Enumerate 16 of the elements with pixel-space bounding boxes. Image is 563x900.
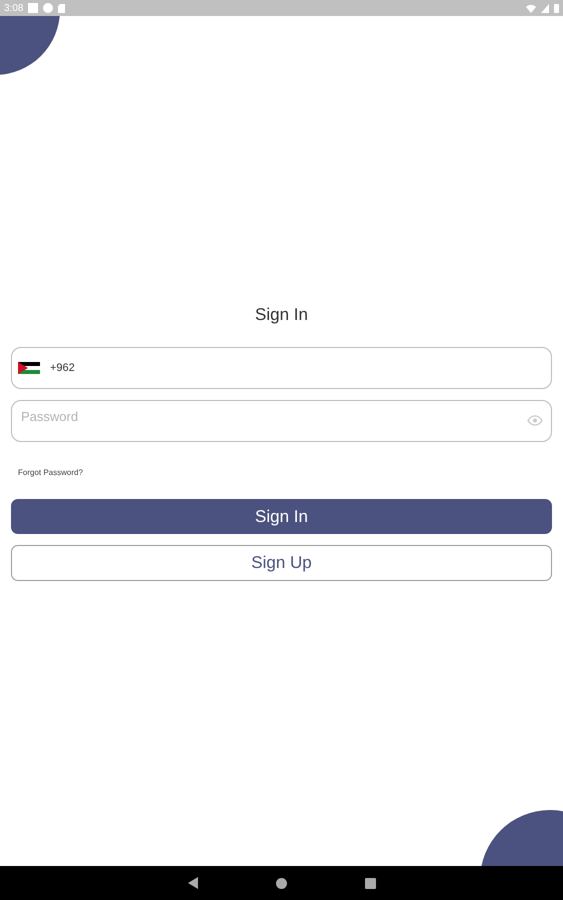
sign-in-button[interactable]: Sign In [11, 499, 552, 534]
home-icon[interactable] [276, 878, 286, 888]
country-code: +962 [50, 362, 75, 374]
phone-field[interactable]: +962 [11, 347, 552, 389]
battery-icon [554, 3, 559, 13]
page-title: Sign In [255, 305, 308, 325]
recents-icon[interactable] [364, 878, 376, 888]
wifi-icon [526, 4, 536, 12]
status-time: 3:08 [4, 2, 24, 14]
flag-icon [18, 362, 40, 374]
signal-icon [541, 4, 549, 12]
forgot-password-link[interactable]: Forgot Password? [18, 468, 83, 477]
sd-card-icon [58, 4, 66, 12]
password-field[interactable]: Password [11, 400, 552, 442]
sign-up-button[interactable]: Sign Up [11, 545, 552, 581]
back-icon[interactable] [188, 877, 198, 889]
